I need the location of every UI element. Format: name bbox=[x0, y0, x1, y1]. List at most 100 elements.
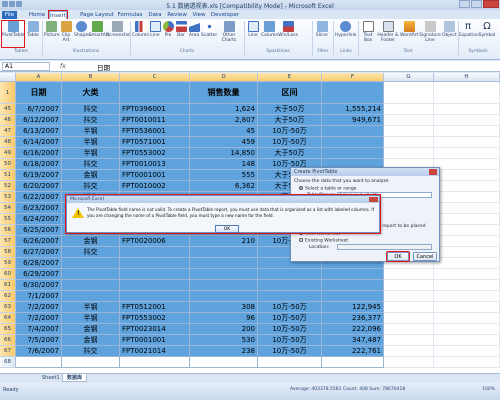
empty-cell[interactable] bbox=[434, 104, 500, 115]
signature-line-button[interactable]: Signature Line bbox=[419, 21, 441, 47]
table-cell[interactable]: 122,945 bbox=[322, 302, 384, 313]
table-cell[interactable] bbox=[62, 258, 120, 269]
table-cell[interactable]: 459 bbox=[190, 137, 258, 148]
tab-file[interactable]: File bbox=[2, 11, 17, 19]
tab-developer[interactable]: Developer bbox=[210, 11, 240, 19]
fx-icon[interactable]: fx bbox=[60, 63, 66, 70]
table-cell[interactable]: FPT0536001 bbox=[120, 126, 190, 137]
table-cell[interactable]: 抖交 bbox=[62, 346, 120, 357]
wordart-button[interactable]: WordArt bbox=[400, 21, 418, 47]
empty-cell[interactable] bbox=[434, 291, 500, 302]
empty-cell[interactable] bbox=[434, 335, 500, 346]
table-cell[interactable] bbox=[190, 357, 258, 368]
table-cell[interactable]: 7/2/2007 bbox=[16, 313, 62, 324]
header-cell[interactable]: 区间 bbox=[258, 82, 322, 104]
row-header[interactable]: 67 bbox=[0, 346, 16, 357]
empty-cell[interactable] bbox=[434, 258, 500, 269]
empty-cell[interactable] bbox=[384, 115, 434, 126]
table-cell[interactable] bbox=[190, 247, 258, 258]
table-cell[interactable]: 10万-50万 bbox=[258, 335, 322, 346]
row-header[interactable]: 65 bbox=[0, 324, 16, 335]
sparkline-line-button[interactable]: Line bbox=[246, 21, 260, 47]
table-cell[interactable] bbox=[258, 357, 322, 368]
empty-cell[interactable] bbox=[434, 181, 500, 192]
table-cell[interactable] bbox=[62, 291, 120, 302]
table-cell[interactable]: 7/1/2007 bbox=[16, 291, 62, 302]
empty-cell[interactable] bbox=[434, 137, 500, 148]
table-cell[interactable] bbox=[258, 269, 322, 280]
table-cell[interactable]: 金钢 bbox=[62, 324, 120, 335]
empty-cell[interactable] bbox=[384, 137, 434, 148]
sparkline-winloss-button[interactable]: Win/Loss bbox=[278, 21, 298, 47]
table-cell[interactable]: 6/24/2007 bbox=[16, 214, 62, 225]
empty-cell[interactable] bbox=[434, 192, 500, 203]
table-cell[interactable]: 96 bbox=[190, 313, 258, 324]
table-cell[interactable] bbox=[120, 247, 190, 258]
dialog-close-button[interactable] bbox=[429, 169, 437, 175]
table-cell[interactable]: 555 bbox=[190, 170, 258, 181]
empty-cell[interactable] bbox=[434, 115, 500, 126]
row-header[interactable]: 60 bbox=[0, 269, 16, 280]
select-all-corner[interactable] bbox=[0, 73, 16, 82]
table-cell[interactable] bbox=[322, 148, 384, 159]
table-cell[interactable]: 6/14/2007 bbox=[16, 137, 62, 148]
table-cell[interactable] bbox=[190, 269, 258, 280]
row-header[interactable]: 54 bbox=[0, 203, 16, 214]
empty-cell[interactable] bbox=[384, 346, 434, 357]
header-cell[interactable] bbox=[120, 82, 190, 104]
table-cell[interactable]: 1,624 bbox=[190, 104, 258, 115]
table-cell[interactable]: 金钢 bbox=[62, 335, 120, 346]
empty-cell[interactable] bbox=[434, 302, 500, 313]
table-cell[interactable]: FPT0010011 bbox=[120, 115, 190, 126]
table-cell[interactable]: 210 bbox=[190, 236, 258, 247]
table-cell[interactable]: 大于50万 bbox=[258, 148, 322, 159]
formula-input[interactable]: 日期 bbox=[97, 62, 110, 72]
table-cell[interactable]: FPT0553002 bbox=[120, 148, 190, 159]
table-cell[interactable]: FPT0512001 bbox=[120, 302, 190, 313]
empty-cell[interactable] bbox=[384, 269, 434, 280]
table-cell[interactable]: 6/7/2007 bbox=[16, 104, 62, 115]
table-cell[interactable]: 半钢 bbox=[62, 137, 120, 148]
table-cell[interactable]: 半钢 bbox=[62, 126, 120, 137]
table-cell[interactable]: FPT0571001 bbox=[120, 137, 190, 148]
row-header[interactable]: 1 bbox=[0, 82, 16, 104]
row-header[interactable]: 45 bbox=[0, 104, 16, 115]
empty-cell[interactable] bbox=[434, 203, 500, 214]
row-header[interactable]: 52 bbox=[0, 181, 16, 192]
column-header[interactable]: F bbox=[322, 73, 384, 82]
empty-cell[interactable] bbox=[434, 247, 500, 258]
existing-worksheet-radio[interactable]: Existing Worksheet bbox=[299, 238, 348, 244]
table-cell[interactable]: FPT0021014 bbox=[120, 346, 190, 357]
table-cell[interactable]: 6/26/2007 bbox=[16, 236, 62, 247]
table-cell[interactable]: 半钢 bbox=[62, 313, 120, 324]
empty-cell[interactable] bbox=[434, 313, 500, 324]
empty-cell[interactable] bbox=[434, 159, 500, 170]
empty-cell[interactable] bbox=[384, 313, 434, 324]
column-header[interactable]: E bbox=[258, 73, 322, 82]
table-cell[interactable] bbox=[190, 258, 258, 269]
table-cell[interactable] bbox=[322, 126, 384, 137]
table-cell[interactable]: FPT0396001 bbox=[120, 104, 190, 115]
message-close-button[interactable] bbox=[369, 197, 378, 202]
tab-formulas[interactable]: Formulas bbox=[117, 11, 143, 19]
table-cell[interactable] bbox=[120, 280, 190, 291]
table-cell[interactable]: 6/19/2007 bbox=[16, 170, 62, 181]
equation-button[interactable]: π Equation bbox=[459, 21, 479, 47]
table-cell[interactable] bbox=[120, 357, 190, 368]
table-cell[interactable]: FPT0001001 bbox=[120, 170, 190, 181]
table-cell[interactable] bbox=[322, 291, 384, 302]
tab-review[interactable]: Review bbox=[166, 11, 188, 19]
row-header[interactable]: 48 bbox=[0, 137, 16, 148]
table-cell[interactable] bbox=[120, 291, 190, 302]
table-cell[interactable] bbox=[322, 280, 384, 291]
table-cell[interactable]: 10万-50万 bbox=[258, 324, 322, 335]
bar-chart-button[interactable]: Bar bbox=[175, 21, 187, 47]
empty-cell[interactable] bbox=[434, 280, 500, 291]
table-cell[interactable]: 10万-50万 bbox=[258, 126, 322, 137]
table-cell[interactable]: 14,850 bbox=[190, 148, 258, 159]
table-cell[interactable]: 抖交 bbox=[62, 159, 120, 170]
tab-page-layout[interactable]: Page Layout bbox=[80, 11, 114, 19]
row-header[interactable]: 55 bbox=[0, 214, 16, 225]
row-header[interactable]: 64 bbox=[0, 313, 16, 324]
table-cell[interactable]: 6,362 bbox=[190, 181, 258, 192]
